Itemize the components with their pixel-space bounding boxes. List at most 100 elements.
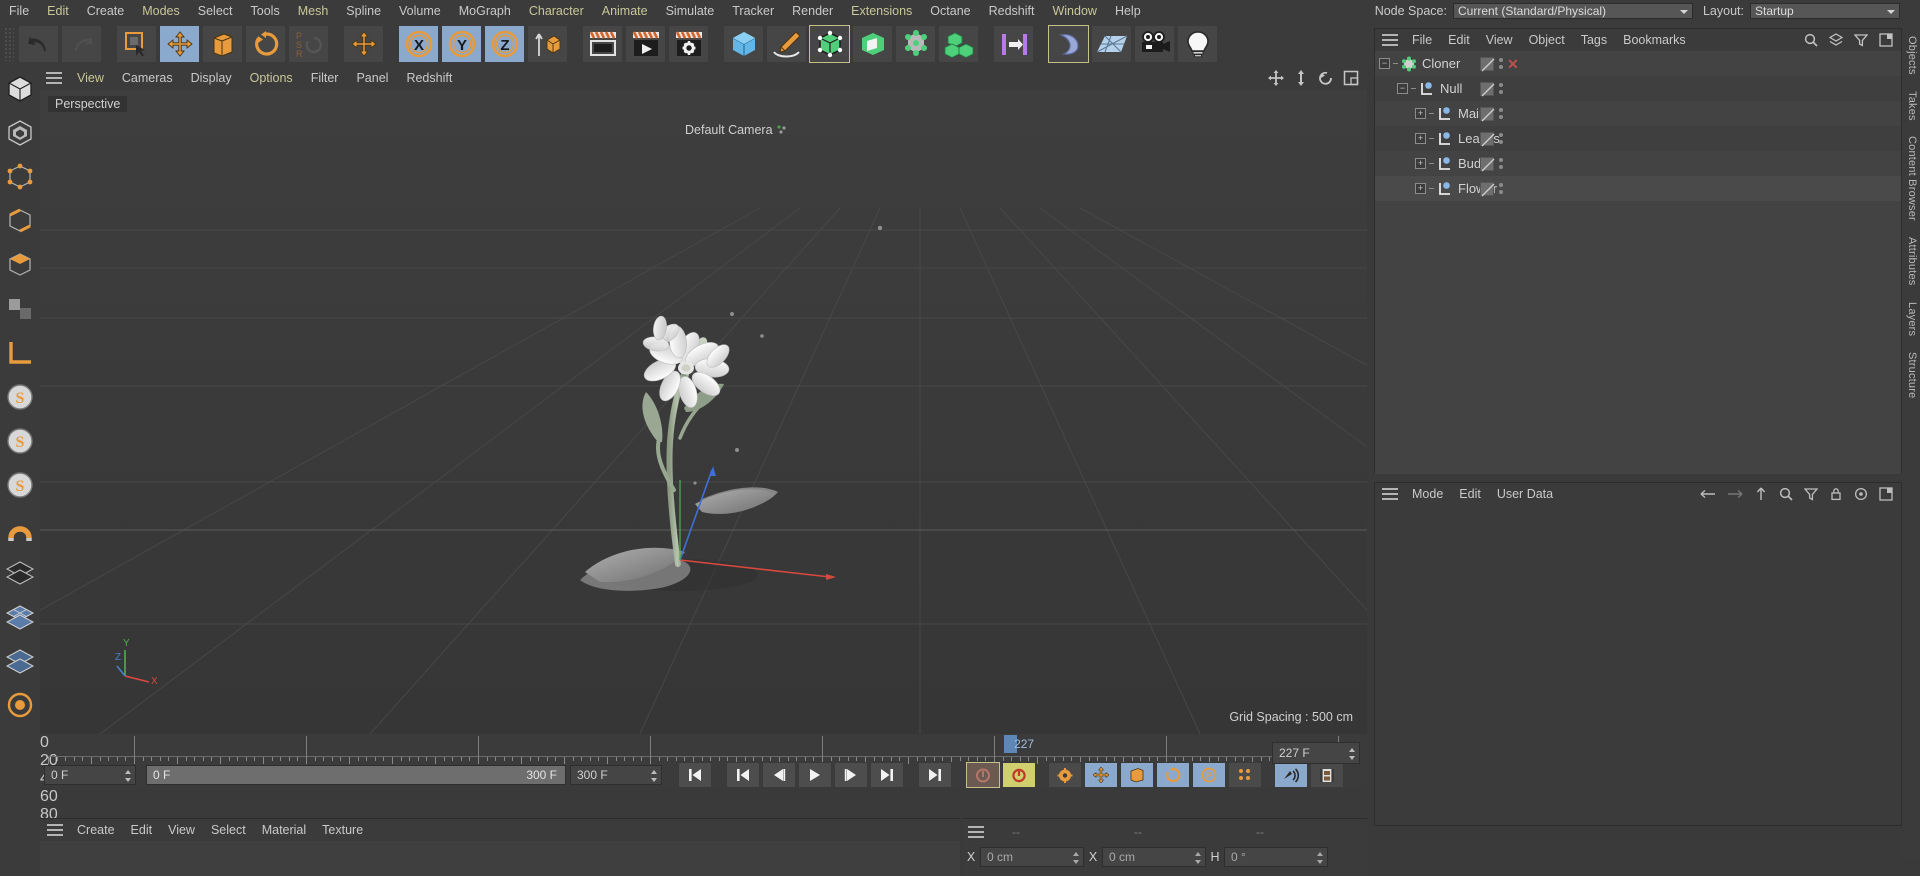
rotate-tool-button[interactable] [245,25,286,63]
object-manager-hamburger-icon[interactable] [1382,34,1398,46]
viewport-zoom-icon[interactable] [1293,70,1309,86]
enable-snap-button[interactable]: S [3,424,37,458]
object-tag-icon[interactable] [1480,156,1495,171]
lock-workplane-button[interactable]: S [3,468,37,502]
material-manager-menu-material[interactable]: Material [254,823,314,837]
edge-tab-objects[interactable]: Objects [1902,28,1920,83]
object-visibility-dots[interactable] [1499,108,1503,119]
viewport-menu-panel[interactable]: Panel [347,71,397,85]
coordinate-manager-hamburger-icon[interactable] [968,826,984,838]
go-to-next-key-button[interactable] [870,762,904,788]
menu-item-file[interactable]: File [0,0,38,22]
record-active-objects-button[interactable] [966,762,1000,788]
menu-item-volume[interactable]: Volume [390,0,450,22]
material-manager-menu-create[interactable]: Create [69,823,123,837]
expand-toggle-icon[interactable]: + [1415,108,1426,119]
spinner-icon[interactable] [1072,851,1080,865]
object-tag-icon[interactable] [1480,131,1495,146]
add-environment-button[interactable] [895,25,936,63]
attr-back-icon[interactable] [1700,487,1716,501]
object-visibility-dots[interactable] [1499,58,1503,69]
render-settings-button[interactable] [668,25,709,63]
filmstrip-button[interactable] [1310,762,1344,788]
render-to-picture-button[interactable] [625,25,666,63]
viewport-menu-cameras[interactable]: Cameras [113,71,182,85]
menu-item-render[interactable]: Render [783,0,842,22]
object-row-cloner[interactable]: − Cloner ✕ [1375,51,1901,76]
go-to-end-button[interactable] [918,762,952,788]
object-search-icon[interactable] [1804,33,1818,47]
menu-item-spline[interactable]: Spline [337,0,390,22]
attribute-manager-hamburger-icon[interactable] [1382,488,1398,500]
coord-position-x-field[interactable]: 0 cm [980,847,1084,867]
step-forward-button[interactable] [834,762,868,788]
attribute-manager-menu-mode[interactable]: Mode [1404,487,1451,501]
attr-filter-icon[interactable] [1804,487,1818,501]
menu-item-character[interactable]: Character [520,0,593,22]
add-spline-button[interactable] [766,25,807,63]
redo-button[interactable] [61,25,102,63]
viewport-canvas[interactable]: Perspective Default Camera Grid Spacing … [40,90,1367,734]
menu-item-octane[interactable]: Octane [921,0,979,22]
object-manager-menu-file[interactable]: File [1404,33,1440,47]
null-object-icon[interactable] [1436,180,1453,197]
spinner-icon[interactable] [124,769,132,783]
menu-item-extensions[interactable]: Extensions [842,0,921,22]
coord-rotation-h-field[interactable]: 0 ° [1224,847,1328,867]
object-row-null[interactable]: − Null [1375,76,1901,101]
spinner-icon[interactable] [1348,747,1356,761]
world-coordinate-button[interactable] [527,25,568,63]
scale-key-button[interactable] [1120,762,1154,788]
render-view-button[interactable] [582,25,623,63]
spinner-icon[interactable] [1316,851,1324,865]
object-row-bud[interactable]: + Bud [1375,151,1901,176]
edge-tab-takes[interactable]: Takes [1902,83,1920,129]
null-object-icon[interactable] [1418,80,1435,97]
timeline-start-field[interactable]: 0 F [44,765,136,785]
material-manager-menu-texture[interactable]: Texture [314,823,371,837]
object-tag-icon[interactable] [1480,56,1495,71]
attr-forward-icon[interactable] [1727,487,1743,501]
add-camera-button[interactable] [1134,25,1175,63]
viewport-menu-filter[interactable]: Filter [302,71,348,85]
scale-tool-button[interactable] [202,25,243,63]
attribute-manager-menu-edit[interactable]: Edit [1451,487,1489,501]
menu-item-mesh[interactable]: Mesh [289,0,338,22]
object-tag-icon[interactable] [1480,181,1495,196]
menu-item-edit[interactable]: Edit [38,0,78,22]
viewport-menu-options[interactable]: Options [241,71,302,85]
menu-item-window[interactable]: Window [1043,0,1105,22]
menu-item-tools[interactable]: Tools [242,0,289,22]
world-object-axis-button[interactable] [343,25,384,63]
move-tool-button[interactable] [159,25,200,63]
edge-tab-structure[interactable]: Structure [1902,344,1920,406]
menu-item-mograph[interactable]: MoGraph [450,0,520,22]
add-cube-button[interactable] [723,25,764,63]
timeline-preview-range[interactable]: 0 F 300 F [146,765,566,785]
null-object-icon[interactable] [1436,130,1453,147]
add-field-button[interactable] [993,25,1034,63]
node-space-select[interactable]: Current (Standard/Physical) [1452,3,1693,19]
menu-item-select[interactable]: Select [189,0,242,22]
edge-tab-content-browser[interactable]: Content Browser [1902,128,1920,229]
object-manager-menu-tags[interactable]: Tags [1573,33,1615,47]
timeline-end-field[interactable]: 300 F [570,765,662,785]
material-manager-menu-edit[interactable]: Edit [123,823,161,837]
menu-item-create[interactable]: Create [78,0,134,22]
current-frame-field[interactable]: 227 F [1272,742,1360,764]
add-deformer-button[interactable] [1048,25,1089,63]
timeline-ruler[interactable]: 0204060801001201401601802002202402602803… [40,734,1367,876]
object-manager-menu-edit[interactable]: Edit [1440,33,1478,47]
object-manager-menu-view[interactable]: View [1478,33,1521,47]
collapse-toggle-icon[interactable]: − [1397,83,1408,94]
object-visibility-dots[interactable] [1499,158,1503,169]
object-delete-icon[interactable]: ✕ [1507,57,1519,71]
expand-toggle-icon[interactable]: + [1415,158,1426,169]
material-manager-body[interactable] [40,841,960,876]
y-axis-lock-button[interactable]: Y [441,25,482,63]
play-button[interactable] [798,762,832,788]
viewport-menu-display[interactable]: Display [182,71,241,85]
edges-mode-button[interactable] [3,204,37,238]
null-object-icon[interactable] [1436,155,1453,172]
attribute-manager-body[interactable] [1375,505,1901,825]
